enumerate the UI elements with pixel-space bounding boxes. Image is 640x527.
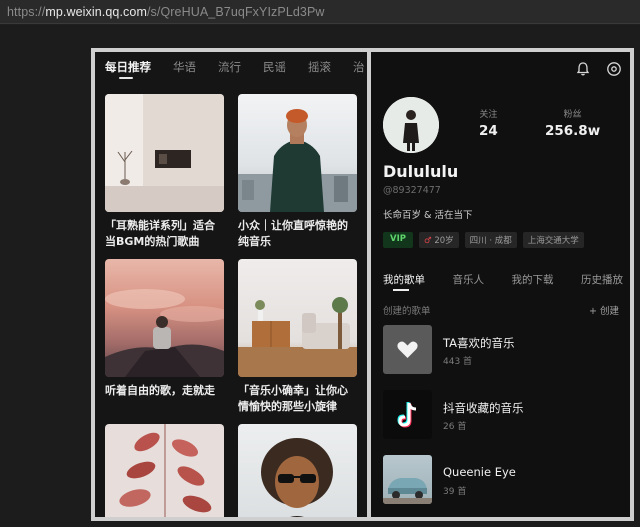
- following-count: 24: [479, 123, 498, 139]
- location-tag: 四川 · 成都: [464, 232, 517, 248]
- user-bio: 长命百岁 & 活在当下: [383, 210, 473, 221]
- url-scheme: https://: [7, 4, 46, 19]
- avatar[interactable]: [383, 97, 439, 153]
- card-title: 「音乐小确幸」让你心情愉快的那些小旋律: [238, 384, 348, 413]
- playlist-row-liked[interactable]: TA喜欢的音乐 443 首: [383, 325, 623, 375]
- playlist-count: 26 首: [443, 422, 467, 432]
- card-thumbnail-man-city: [238, 94, 357, 212]
- playlist-name: Queenie Eye: [443, 465, 516, 479]
- tab-chinese[interactable]: 华语: [173, 59, 196, 75]
- section-title: 创建的歌单: [383, 306, 431, 317]
- username: Dulululu: [383, 162, 459, 181]
- card-thumbnail-living-room: [238, 259, 357, 377]
- playlist-card-portrait[interactable]: [238, 424, 357, 517]
- card-title: 听着自由的歌，走就走: [105, 384, 215, 397]
- fans-label: 粉丝: [563, 110, 582, 120]
- tab-more[interactable]: 治: [353, 59, 365, 75]
- playlist-name: TA喜欢的音乐: [443, 336, 515, 350]
- vip-badge[interactable]: VIP: [383, 232, 413, 248]
- tab-folk[interactable]: 民谣: [263, 59, 286, 75]
- following-stat[interactable]: 关注 24: [479, 107, 498, 139]
- profile-toolbar: [575, 61, 622, 77]
- page-stage: 每日推荐 华语 流行 民谣 摇滚 治 「耳熟能详系列」适合当BGM的热门歌曲 小…: [0, 25, 640, 527]
- playlist-card-leaves[interactable]: [105, 424, 224, 517]
- playlist-count: 443 首: [443, 357, 473, 367]
- playlist-card-pure-music[interactable]: 小众｜让你直呼惊艳的纯音乐: [238, 94, 357, 250]
- fans-stat[interactable]: 粉丝 256.8w: [545, 107, 600, 139]
- bell-icon[interactable]: [575, 61, 591, 77]
- tiktok-cover: [383, 390, 432, 439]
- screenshot-frame: 每日推荐 华语 流行 民谣 摇滚 治 「耳熟能详系列」适合当BGM的热门歌曲 小…: [91, 48, 634, 521]
- heart-icon: [397, 341, 418, 358]
- address-bar[interactable]: https://mp.weixin.qq.com/s/QreHUA_B7uqFx…: [0, 0, 640, 24]
- tiktok-icon: [397, 402, 417, 428]
- gender-icon: ♂: [423, 236, 432, 246]
- playlist-card-bgm[interactable]: 「耳熟能详系列」适合当BGM的热门歌曲: [105, 94, 224, 250]
- url-path: /s/QreHUA_B7uqFxYIzPLd3Pw: [146, 4, 325, 19]
- url-host: mp.weixin.qq.com: [45, 4, 147, 19]
- playlist-row-queenie-eye[interactable]: Queenie Eye 39 首: [383, 455, 623, 505]
- playlist-count: 39 首: [443, 487, 467, 497]
- playlist-card-happiness[interactable]: 「音乐小确幸」让你心情愉快的那些小旋律: [238, 259, 357, 415]
- following-label: 关注: [479, 110, 498, 120]
- card-thumbnail-red-leaves: [105, 424, 224, 517]
- create-playlist-button[interactable]: + 创建: [589, 303, 619, 317]
- playlist-row-douyin[interactable]: 抖音收藏的音乐 26 首: [383, 390, 623, 440]
- age-tag: ♂ 20岁: [418, 232, 459, 248]
- car-cover: [383, 455, 432, 504]
- heart-cover: [383, 325, 432, 374]
- playlist-card-freedom[interactable]: 听着自由的歌，走就走: [105, 259, 224, 399]
- discover-panel: 每日推荐 华语 流行 民谣 摇滚 治 「耳熟能详系列」适合当BGM的热门歌曲 小…: [95, 52, 367, 517]
- tab-my-downloads[interactable]: 我的下载: [512, 272, 554, 287]
- user-id: @89327477: [383, 185, 441, 196]
- profile-panel: 关注 24 粉丝 256.8w Dulululu @89327477 长命百岁 …: [371, 52, 630, 517]
- playlist-name: 抖音收藏的音乐: [443, 401, 524, 415]
- school-tag: 上海交通大学: [522, 232, 584, 248]
- tab-my-playlists[interactable]: 我的歌单: [383, 272, 425, 291]
- category-tabs: 每日推荐 华语 流行 民谣 摇滚 治: [95, 52, 367, 82]
- age-value: 20岁: [434, 236, 454, 246]
- profile-tags: VIP ♂ 20岁 四川 · 成都 上海交通大学: [383, 232, 584, 248]
- created-playlists-header: 创建的歌单 + 创建: [383, 303, 619, 317]
- card-thumbnail-man-sunglasses: [238, 424, 357, 517]
- card-thumbnail-room: [105, 94, 224, 212]
- tab-history[interactable]: 历史播放: [581, 272, 623, 287]
- tab-musicians[interactable]: 音乐人: [453, 272, 485, 287]
- card-title: 小众｜让你直呼惊艳的纯音乐: [238, 219, 348, 248]
- fans-count: 256.8w: [545, 123, 601, 139]
- tab-daily-recommend[interactable]: 每日推荐: [105, 59, 151, 79]
- profile-tabs: 我的歌单 音乐人 我的下载 历史播放: [383, 272, 623, 291]
- settings-icon[interactable]: [606, 61, 622, 77]
- tab-pop[interactable]: 流行: [218, 59, 241, 75]
- card-title: 「耳熟能详系列」适合当BGM的热门歌曲: [105, 219, 215, 248]
- card-thumbnail-mountain-sunset: [105, 259, 224, 377]
- tab-rock[interactable]: 摇滚: [308, 59, 331, 75]
